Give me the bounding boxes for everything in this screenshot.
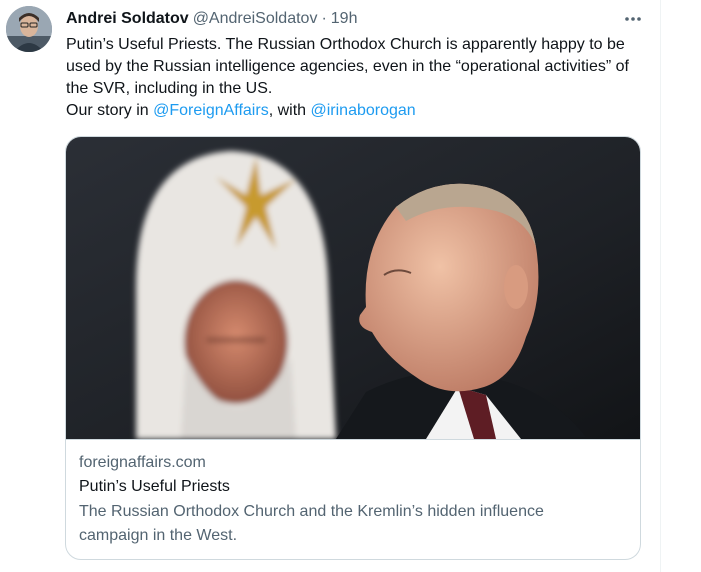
card-domain: foreignaffairs.com <box>79 454 206 471</box>
avatar[interactable] <box>6 6 52 52</box>
mention-irinaborogan[interactable]: @irinaborogan <box>310 102 415 119</box>
timeline-divider <box>660 0 661 572</box>
card-description: The Russian Orthodox Church and the Krem… <box>79 503 544 544</box>
tweet-text-credit: Our story in @ForeignAffairs, with @irin… <box>66 100 642 122</box>
credit-prefix: Our story in <box>66 102 154 119</box>
tweet-text: Putin’s Useful Priests. The Russian Orth… <box>66 34 642 122</box>
mention-foreignaffairs[interactable]: @ForeignAffairs <box>153 102 269 119</box>
author-handle[interactable]: @AndreiSoldatov <box>193 10 318 27</box>
timestamp[interactable]: 19h <box>331 10 358 27</box>
more-horizontal-icon <box>625 17 641 21</box>
card-image[interactable] <box>66 137 640 439</box>
card-title: Putin’s Useful Priests <box>79 478 230 495</box>
tweet-text-paragraph: Putin’s Useful Priests. The Russian Orth… <box>66 36 629 97</box>
tweet[interactable]: Andrei Soldatov @AndreiSoldatov · 19h Putin… <box>0 0 660 572</box>
more-options-button[interactable] <box>622 9 644 29</box>
separator-dot: · <box>321 10 327 27</box>
credit-middle: , with <box>268 102 311 119</box>
card-meta: foreignaffairs.com Putin’s Useful Priest… <box>66 439 640 559</box>
link-card[interactable]: foreignaffairs.com Putin’s Useful Priest… <box>65 136 641 560</box>
author-name[interactable]: Andrei Soldatov <box>66 10 189 27</box>
tweet-header: Andrei Soldatov @AndreiSoldatov · 19h <box>66 8 648 30</box>
